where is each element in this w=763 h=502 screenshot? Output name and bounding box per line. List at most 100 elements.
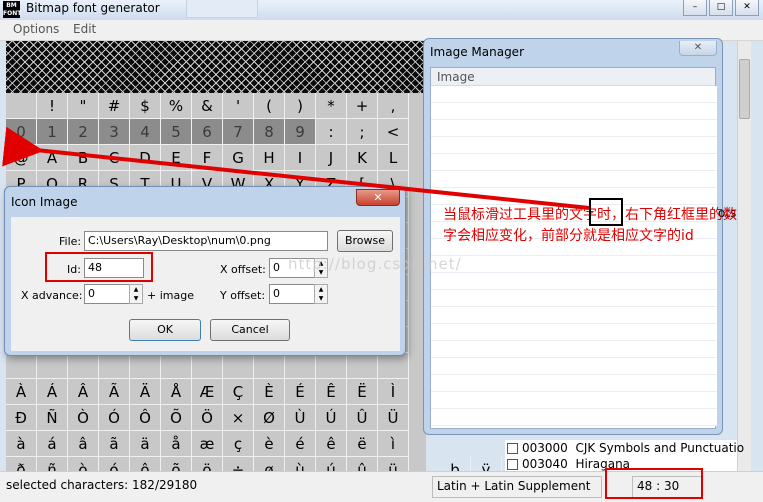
menu-options[interactable]: Options (13, 22, 59, 36)
char-cell[interactable]: # (99, 93, 130, 119)
file-path-field[interactable]: C:\Users\Ray\Desktop\num\0.png (84, 231, 328, 251)
image-list[interactable]: Image (430, 67, 717, 429)
image-column-header[interactable]: Image (431, 68, 715, 86)
char-cell[interactable]: F (192, 145, 223, 171)
char-cell[interactable]: K (347, 145, 378, 171)
char-cell[interactable]: 7 (223, 119, 254, 145)
char-cell[interactable]: ) (285, 93, 316, 119)
char-cell[interactable]: & (192, 93, 223, 119)
y-offset-field[interactable]: 0 (269, 284, 315, 304)
char-cell[interactable]: Ä (130, 379, 161, 405)
char-cell[interactable]: 9 (285, 119, 316, 145)
char-cell[interactable]: J (316, 145, 347, 171)
char-cell[interactable]: H (254, 145, 285, 171)
char-cell[interactable]: è (254, 431, 285, 457)
char-cell[interactable]: Æ (192, 379, 223, 405)
char-cell[interactable] (37, 353, 68, 379)
ok-button[interactable]: OK (129, 319, 201, 341)
char-cell[interactable]: + (347, 93, 378, 119)
x-advance-field[interactable]: 0 (84, 284, 130, 304)
char-cell[interactable]: : (316, 119, 347, 145)
char-cell[interactable] (254, 353, 285, 379)
char-cell[interactable]: C (99, 145, 130, 171)
char-cell[interactable]: á (37, 431, 68, 457)
char-cell[interactable] (223, 353, 254, 379)
char-cell[interactable]: Ì (378, 379, 409, 405)
char-cell[interactable]: Ç (223, 379, 254, 405)
char-cell[interactable]: Ñ (37, 405, 68, 431)
y-offset-spinner[interactable]: ▲ ▼ (314, 284, 328, 304)
char-cell[interactable]: 6 (192, 119, 223, 145)
char-cell[interactable] (130, 353, 161, 379)
char-cell[interactable]: × (223, 405, 254, 431)
char-cell[interactable]: È (254, 379, 285, 405)
char-cell[interactable]: 3 (99, 119, 130, 145)
char-cell[interactable] (68, 353, 99, 379)
char-cell[interactable]: ( (254, 93, 285, 119)
char-cell[interactable]: " (68, 93, 99, 119)
char-cell[interactable]: @ (6, 145, 37, 171)
image-manager-close-button[interactable]: ✕ (679, 41, 717, 56)
minimize-button[interactable]: – (683, 0, 707, 16)
char-cell[interactable]: 0 (6, 119, 37, 145)
char-cell[interactable] (6, 353, 37, 379)
char-cell[interactable] (161, 353, 192, 379)
char-cell[interactable]: E (161, 145, 192, 171)
char-cell[interactable]: < (378, 119, 409, 145)
char-cell[interactable]: 1 (37, 119, 68, 145)
char-cell[interactable]: é (285, 431, 316, 457)
char-cell[interactable]: Ø (254, 405, 285, 431)
char-cell[interactable]: A (37, 145, 68, 171)
char-cell[interactable]: ã (99, 431, 130, 457)
char-cell[interactable]: $ (130, 93, 161, 119)
range-checkbox[interactable] (507, 459, 518, 470)
maximize-button[interactable]: □ (709, 0, 733, 16)
char-cell[interactable]: æ (192, 431, 223, 457)
char-cell[interactable]: Ô (130, 405, 161, 431)
char-cell[interactable]: Û (347, 405, 378, 431)
char-cell[interactable]: É (285, 379, 316, 405)
char-cell[interactable]: Ò (68, 405, 99, 431)
char-cell[interactable] (192, 353, 223, 379)
x-advance-spinner[interactable]: ▲ ▼ (129, 284, 143, 304)
menu-edit[interactable]: Edit (73, 22, 96, 36)
char-cell[interactable]: Õ (161, 405, 192, 431)
char-cell[interactable]: À (6, 379, 37, 405)
char-cell[interactable]: Ü (378, 405, 409, 431)
char-cell[interactable]: 8 (254, 119, 285, 145)
char-cell[interactable]: 2 (68, 119, 99, 145)
char-cell[interactable] (347, 353, 378, 379)
char-cell[interactable]: D (130, 145, 161, 171)
char-cell[interactable]: B (68, 145, 99, 171)
char-cell[interactable]: Ù (285, 405, 316, 431)
char-cell[interactable]: Ê (316, 379, 347, 405)
char-cell[interactable] (316, 353, 347, 379)
char-cell[interactable]: * (316, 93, 347, 119)
char-cell[interactable]: , (378, 93, 409, 119)
char-cell[interactable]: I (285, 145, 316, 171)
char-cell[interactable]: % (161, 93, 192, 119)
close-button[interactable]: ✕ (735, 0, 759, 16)
char-cell[interactable]: Ó (99, 405, 130, 431)
grid-scrollbar[interactable] (737, 41, 751, 471)
char-cell[interactable]: 4 (130, 119, 161, 145)
range-checkbox[interactable] (507, 443, 518, 454)
icon-image-close-button[interactable]: ✕ (356, 189, 400, 206)
char-cell[interactable]: ç (223, 431, 254, 457)
char-cell[interactable] (285, 353, 316, 379)
scrollbar-thumb[interactable] (739, 59, 750, 119)
range-item[interactable]: 003000 CJK Symbols and Punctuatio (507, 441, 744, 455)
char-cell[interactable]: L (378, 145, 409, 171)
char-cell[interactable] (6, 93, 37, 119)
char-cell[interactable]: Ö (192, 405, 223, 431)
char-cell[interactable] (378, 353, 409, 379)
char-cell[interactable]: ë (347, 431, 378, 457)
char-cell[interactable]: Å (161, 379, 192, 405)
char-cell[interactable]: ! (37, 93, 68, 119)
char-cell[interactable]: Â (68, 379, 99, 405)
char-cell[interactable]: Ë (347, 379, 378, 405)
cancel-button[interactable]: Cancel (210, 319, 290, 341)
char-cell[interactable]: ê (316, 431, 347, 457)
char-cell[interactable]: â (68, 431, 99, 457)
browse-button[interactable]: Browse (337, 230, 393, 252)
